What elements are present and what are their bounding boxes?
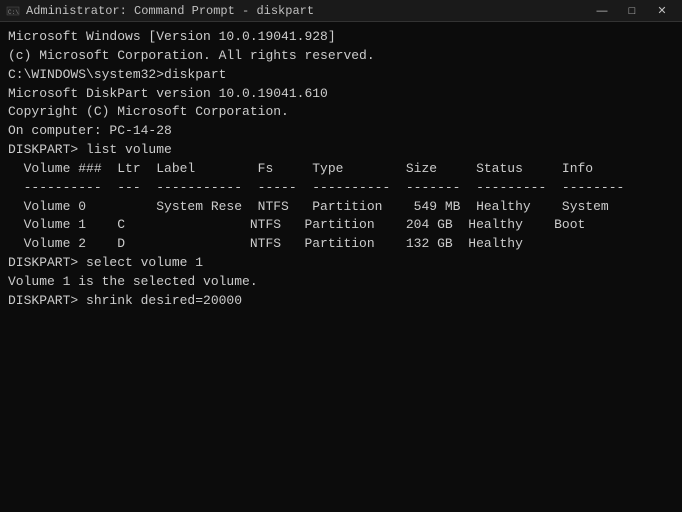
terminal-line: Volume 1 is the selected volume. <box>8 273 674 292</box>
svg-text:C:\: C:\ <box>8 9 19 16</box>
maximize-button[interactable]: □ <box>618 1 646 21</box>
terminal-output[interactable]: Microsoft Windows [Version 10.0.19041.92… <box>0 22 682 512</box>
terminal-line: Volume 2 D NTFS Partition 132 GB Healthy <box>8 235 674 254</box>
terminal-line: Volume ### Ltr Label Fs Type Size Status… <box>8 160 674 179</box>
terminal-line: Volume 1 C NTFS Partition 204 GB Healthy… <box>8 216 674 235</box>
terminal-line: C:\WINDOWS\system32>diskpart <box>8 66 674 85</box>
terminal-line: Volume 0 System Rese NTFS Partition 549 … <box>8 198 674 217</box>
terminal-line: Microsoft Windows [Version 10.0.19041.92… <box>8 28 674 47</box>
terminal-line: ---------- --- ----------- ----- -------… <box>8 179 674 198</box>
terminal-line: DISKPART> select volume 1 <box>8 254 674 273</box>
titlebar: C:\ Administrator: Command Prompt - disk… <box>0 0 682 22</box>
close-button[interactable]: ✕ <box>648 1 676 21</box>
terminal-line: DISKPART> list volume <box>8 141 674 160</box>
minimize-button[interactable]: — <box>588 1 616 21</box>
terminal-line: Microsoft DiskPart version 10.0.19041.61… <box>8 85 674 104</box>
window-controls[interactable]: — □ ✕ <box>588 1 676 21</box>
app-icon: C:\ <box>6 4 20 18</box>
window-title: Administrator: Command Prompt - diskpart <box>26 4 314 18</box>
terminal-lines: Microsoft Windows [Version 10.0.19041.92… <box>8 28 674 311</box>
terminal-line: (c) Microsoft Corporation. All rights re… <box>8 47 674 66</box>
terminal-line: Copyright (C) Microsoft Corporation. <box>8 103 674 122</box>
titlebar-left: C:\ Administrator: Command Prompt - disk… <box>6 4 314 18</box>
terminal-line: DISKPART> shrink desired=20000 <box>8 292 674 311</box>
terminal-line: On computer: PC-14-28 <box>8 122 674 141</box>
